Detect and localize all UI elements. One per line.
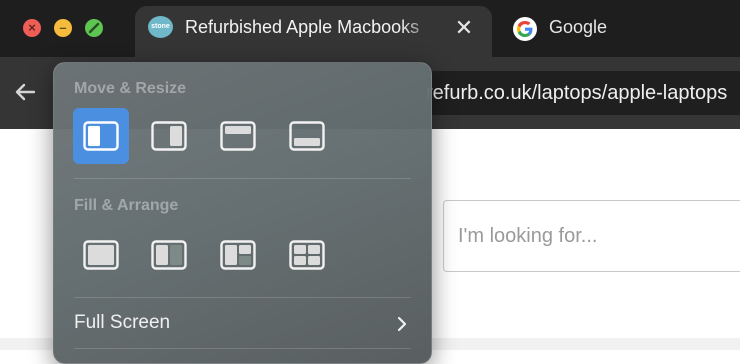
- fullscreen-icon: [85, 19, 103, 37]
- menu-separator: [74, 348, 411, 349]
- store-favicon: stone: [148, 16, 173, 38]
- tab-strip: × – stone Refurbished Apple Macbooks ✕ G…: [0, 0, 740, 57]
- tab-refurbished-apple-macbooks[interactable]: stone Refurbished Apple Macbooks ✕: [135, 6, 492, 57]
- fill-button[interactable]: [73, 227, 129, 283]
- arrow-left-icon: [15, 83, 36, 101]
- split-halves-icon: [151, 240, 187, 270]
- window-close-button[interactable]: ×: [23, 19, 41, 37]
- tile-right-icon: [151, 121, 187, 151]
- close-icon: ✕: [454, 15, 474, 40]
- quarters-icon: [289, 240, 325, 270]
- search-input[interactable]: [458, 221, 728, 251]
- fill-icon: [83, 240, 119, 270]
- google-favicon: [513, 17, 537, 41]
- tab-title: Google: [549, 17, 608, 37]
- tile-left-icon: [83, 121, 119, 151]
- window-zoom-button[interactable]: [85, 19, 103, 37]
- tab-google[interactable]: Google: [505, 6, 740, 57]
- tile-top-icon: [220, 121, 256, 151]
- close-icon: ×: [28, 20, 36, 35]
- search-box[interactable]: [443, 200, 740, 272]
- menu-separator: [74, 178, 411, 179]
- split-left-quarters-icon: [220, 240, 256, 270]
- back-button[interactable]: [10, 77, 40, 107]
- full-screen-label: Full Screen: [74, 312, 171, 333]
- tile-bottom-icon: [289, 121, 325, 151]
- tile-top-button[interactable]: [210, 108, 266, 164]
- chevron-right-icon: [397, 316, 407, 332]
- minimize-icon: –: [59, 20, 67, 35]
- tile-right-button[interactable]: [141, 108, 197, 164]
- window-menu-popover: Move & Resize Fill & Arrange Full Screen: [53, 62, 432, 364]
- tile-left-button[interactable]: [73, 108, 129, 164]
- url-text: refurb.co.uk/laptops/apple-laptops: [426, 82, 728, 104]
- tab-title: Refurbished Apple Macbooks: [185, 17, 420, 37]
- tile-bottom-button[interactable]: [279, 108, 335, 164]
- quarters-button[interactable]: [279, 227, 335, 283]
- tab-close-button[interactable]: ✕: [451, 16, 477, 40]
- split-halves-button[interactable]: [141, 227, 197, 283]
- section-label-move-resize: Move & Resize: [74, 80, 187, 97]
- menu-separator: [74, 297, 411, 298]
- section-label-fill-arrange: Fill & Arrange: [74, 197, 179, 214]
- split-left-quarters-button[interactable]: [210, 227, 266, 283]
- window-minimize-button[interactable]: –: [54, 19, 72, 37]
